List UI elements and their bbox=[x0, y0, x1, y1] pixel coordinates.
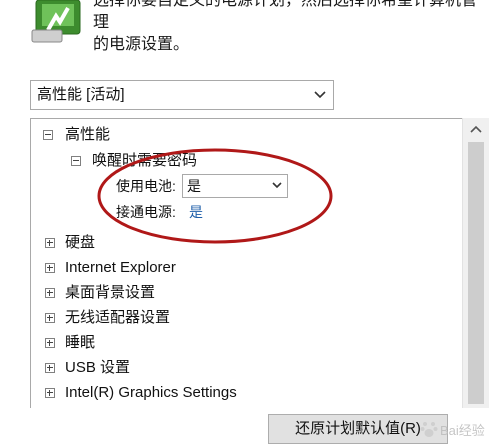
settings-tree[interactable]: 高性能 唤醒时需要密码 硬盘 Internet Explorer 桌面背景设置 … bbox=[30, 118, 489, 408]
tree-item-label: 硬盘 bbox=[65, 234, 96, 251]
on-battery-select[interactable]: 是 bbox=[182, 174, 288, 198]
expand-icon[interactable] bbox=[45, 388, 55, 398]
description-line-2: 的电源设置。 bbox=[93, 36, 190, 53]
watermark-text: Bai经验 bbox=[440, 423, 485, 438]
tree-item-label: 无线适配器设置 bbox=[65, 309, 171, 326]
on-battery-label: 使用电池: bbox=[116, 178, 176, 194]
tree-scrollbar[interactable] bbox=[462, 118, 489, 408]
description-line-1: 选择你要自定义的电源计划，然后选择你希望计算机管理 bbox=[93, 0, 478, 31]
tree-item-label: Internet Explorer bbox=[65, 259, 176, 276]
chevron-down-icon bbox=[314, 91, 326, 99]
expand-icon[interactable] bbox=[45, 313, 55, 323]
expand-icon[interactable] bbox=[45, 238, 55, 248]
tree-item-label: 桌面背景设置 bbox=[65, 284, 156, 301]
baidu-watermark: Bai经验 bbox=[420, 418, 488, 440]
power-plan-select-value: 高性能 [活动] bbox=[37, 86, 125, 103]
tree-item-label: 睡眠 bbox=[65, 334, 96, 351]
tree-item-label: 唤醒时需要密码 bbox=[92, 152, 198, 169]
tree-item-label: USB 设置 bbox=[65, 359, 131, 376]
scroll-up-arrow-icon[interactable] bbox=[463, 118, 489, 140]
description-text: 选择你要自定义的电源计划，然后选择你希望计算机管理 的电源设置。 bbox=[93, 0, 483, 56]
expand-icon[interactable] bbox=[45, 338, 55, 348]
chevron-down-icon bbox=[272, 182, 282, 189]
tree-item-label: Intel(R) Graphics Settings bbox=[65, 384, 237, 401]
scroll-thumb[interactable] bbox=[468, 142, 484, 404]
collapse-icon[interactable] bbox=[43, 130, 53, 140]
plugged-in-value-link[interactable]: 是 bbox=[189, 201, 203, 223]
expand-icon[interactable] bbox=[45, 363, 55, 373]
power-plan-battery-icon bbox=[31, 0, 81, 43]
tree-item-label: 高性能 bbox=[65, 126, 111, 143]
power-plan-select[interactable]: 高性能 [活动] bbox=[30, 80, 334, 110]
on-battery-select-value: 是 bbox=[187, 178, 201, 194]
collapse-icon[interactable] bbox=[71, 156, 81, 166]
baidu-paw-icon bbox=[420, 422, 438, 437]
expand-icon[interactable] bbox=[45, 288, 55, 298]
expand-icon[interactable] bbox=[45, 263, 55, 273]
plugged-in-label: 接通电源: bbox=[116, 204, 176, 220]
